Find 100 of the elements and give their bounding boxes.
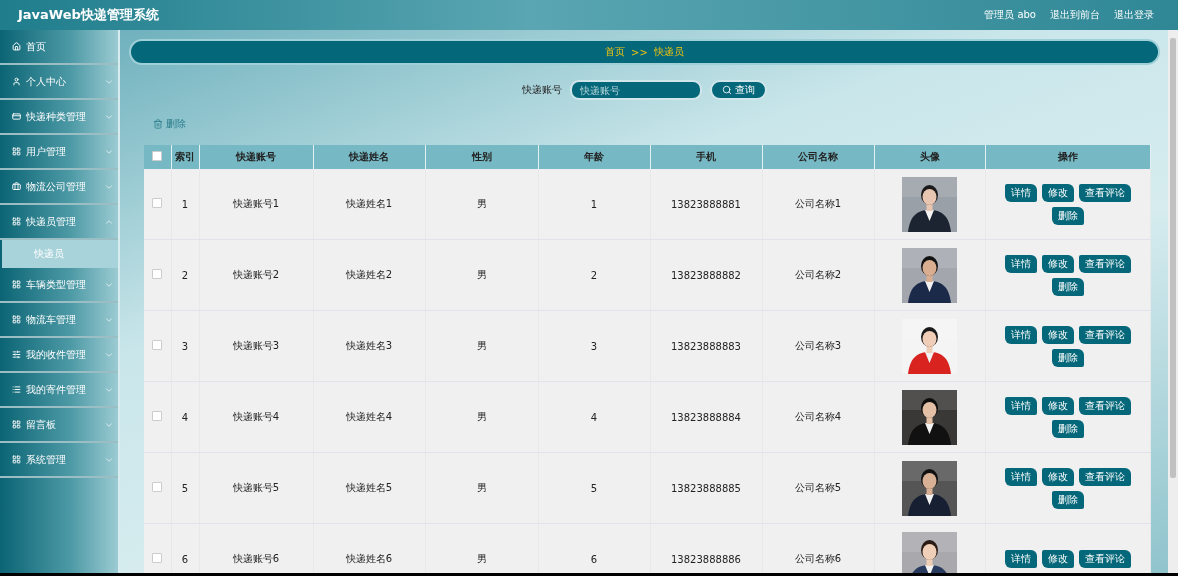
table-cell: 13823888881 <box>650 169 762 240</box>
action-button[interactable]: 详情 <box>1004 467 1037 486</box>
table-cell: 13823888885 <box>650 452 762 524</box>
sidebar-item[interactable]: 用户管理 <box>0 135 118 170</box>
table-cell: 2 <box>538 239 650 311</box>
action-button[interactable]: 详情 <box>1004 396 1037 415</box>
table-cell: 快递姓名2 <box>313 239 425 311</box>
breadcrumb-link[interactable]: 快递员 <box>653 45 684 59</box>
table-cell: 13823888884 <box>650 381 762 453</box>
action-button[interactable]: 查看评论 <box>1078 550 1131 568</box>
grid-icon <box>12 147 21 156</box>
table-cell: 4 <box>171 381 199 453</box>
action-button[interactable]: 详情 <box>1004 183 1037 202</box>
table-cell: 男 <box>425 239 538 311</box>
action-button[interactable]: 详情 <box>1004 550 1037 568</box>
app-title: JavaWeb快递管理系统 <box>18 6 159 24</box>
table-cell: 13823888882 <box>650 239 762 311</box>
action-button[interactable]: 查看评论 <box>1078 396 1131 415</box>
column-header: 快递姓名 <box>313 145 425 169</box>
sidebar-item[interactable]: 快递种类管理 <box>0 100 118 135</box>
table-cell: 快递姓名4 <box>313 381 425 453</box>
table-cell: 3 <box>538 310 650 382</box>
sidebar-item[interactable]: 我的寄件管理 <box>0 373 118 408</box>
list-icon <box>12 385 21 394</box>
action-button[interactable]: 修改 <box>1041 467 1074 486</box>
table-cell: 公司名称4 <box>762 381 874 453</box>
action-button[interactable]: 查看评论 <box>1078 467 1131 486</box>
grid-icon <box>12 455 21 464</box>
table-cell: 公司名称3 <box>762 310 874 382</box>
action-button[interactable]: 删除 <box>1051 490 1084 509</box>
row-checkbox[interactable] <box>152 553 163 563</box>
grid-icon <box>12 280 21 289</box>
table-cell: 6 <box>538 523 650 573</box>
column-header: 年龄 <box>538 145 650 169</box>
briefcase-icon <box>12 182 21 191</box>
select-all-checkbox[interactable] <box>152 151 163 161</box>
row-checkbox[interactable] <box>152 411 163 421</box>
sidebar-item[interactable]: 留言板 <box>0 408 118 443</box>
action-button[interactable]: 查看评论 <box>1078 183 1131 202</box>
action-button[interactable]: 详情 <box>1004 325 1037 344</box>
table-cell: 快递账号6 <box>199 523 313 573</box>
column-header: 手机 <box>650 145 762 169</box>
sidebar-item[interactable]: 首页 <box>0 30 118 65</box>
search-button[interactable]: 查询 <box>710 80 767 100</box>
table-cell: 公司名称2 <box>762 239 874 311</box>
table-cell: 13823888886 <box>650 523 762 573</box>
column-header: 快递账号 <box>199 145 313 169</box>
table-cell: 2 <box>171 239 199 311</box>
column-header: 操作 <box>985 145 1150 169</box>
grid-icon <box>12 420 21 429</box>
sidebar-item[interactable]: 物流车管理 <box>0 303 118 338</box>
action-button[interactable]: 修改 <box>1041 396 1074 415</box>
breadcrumb-link[interactable]: 首页 <box>605 45 626 59</box>
sidebar-item[interactable]: 个人中心 <box>0 65 118 100</box>
table-cell: 快递账号3 <box>199 310 313 382</box>
row-checkbox[interactable] <box>152 269 163 279</box>
header-link[interactable]: 退出登录 <box>1114 8 1154 22</box>
action-button[interactable]: 详情 <box>1004 254 1037 273</box>
header-link[interactable]: 退出到前台 <box>1050 8 1100 22</box>
action-button[interactable]: 修改 <box>1041 254 1074 273</box>
table-cell: 快递姓名1 <box>313 169 425 240</box>
scrollbar[interactable] <box>1168 30 1178 573</box>
search-field[interactable]: 快递账号 <box>570 80 702 100</box>
search-icon <box>722 85 732 95</box>
table-cell: 4 <box>538 381 650 453</box>
table-cell: 1 <box>538 169 650 240</box>
column-header: 索引 <box>171 145 199 169</box>
action-button[interactable]: 修改 <box>1041 325 1074 344</box>
column-header: 性别 <box>425 145 538 169</box>
home-icon <box>12 42 21 51</box>
row-checkbox[interactable] <box>152 340 163 350</box>
row-checkbox[interactable] <box>152 482 163 492</box>
action-button[interactable]: 查看评论 <box>1078 325 1131 344</box>
table-cell: 公司名称5 <box>762 452 874 524</box>
row-checkbox[interactable] <box>152 198 163 208</box>
table-cell: 男 <box>425 169 538 240</box>
action-button[interactable]: 修改 <box>1041 550 1074 568</box>
table-cell: 公司名称6 <box>762 523 874 573</box>
table-cell: 快递账号4 <box>199 381 313 453</box>
column-header: 公司名称 <box>762 145 874 169</box>
sidebar-item[interactable]: 我的收件管理 <box>0 338 118 373</box>
sidebar-item[interactable]: 车辆类型管理 <box>0 268 118 303</box>
sidebar-item[interactable]: 系统管理 <box>0 443 118 478</box>
action-button[interactable]: 删除 <box>1051 206 1084 225</box>
table-cell: 男 <box>425 381 538 453</box>
action-button[interactable]: 删除 <box>1051 419 1084 438</box>
table-cell: 13823888883 <box>650 310 762 382</box>
column-header: 头像 <box>874 145 985 169</box>
table-cell: 6 <box>171 523 199 573</box>
action-button[interactable]: 修改 <box>1041 183 1074 202</box>
sidebar-item[interactable]: 物流公司管理 <box>0 170 118 205</box>
search-label: 快递账号 <box>522 83 562 97</box>
table-cell: 公司名称1 <box>762 169 874 240</box>
action-button[interactable]: 查看评论 <box>1078 254 1131 273</box>
action-button[interactable]: 删除 <box>1051 348 1084 367</box>
user-label: 管理员 abo <box>984 8 1036 22</box>
action-button[interactable]: 删除 <box>1051 277 1084 296</box>
table-cell: 男 <box>425 523 538 573</box>
card-icon <box>12 112 21 121</box>
table-cell: 快递姓名3 <box>313 310 425 382</box>
